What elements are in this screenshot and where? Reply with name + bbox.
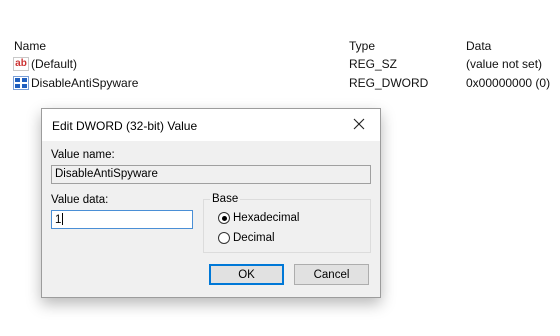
- list-item-type: REG_SZ: [349, 57, 398, 71]
- column-header-name[interactable]: Name: [14, 39, 46, 53]
- list-item-name: ab (Default): [13, 57, 77, 71]
- list-item-type: REG_DWORD: [349, 76, 429, 90]
- list-item-data: 0x00000000 (0): [466, 76, 551, 90]
- list-item-label: (Default): [31, 57, 78, 71]
- value-data-input[interactable]: 1: [51, 210, 193, 229]
- string-value-icon: ab: [13, 57, 29, 71]
- list-item-data: (value not set): [466, 57, 543, 71]
- radio-decimal-button[interactable]: [218, 232, 230, 244]
- radio-decimal-label: Decimal: [233, 232, 275, 244]
- column-header-data[interactable]: Data: [466, 39, 491, 53]
- ok-button[interactable]: OK: [209, 264, 284, 285]
- list-item-label: DisableAntiSpyware: [31, 76, 139, 90]
- base-group-label: Base: [210, 193, 241, 205]
- radio-decimal[interactable]: Decimal: [218, 232, 275, 244]
- cancel-button[interactable]: Cancel: [294, 264, 369, 285]
- value-name-label: Value name:: [51, 149, 115, 161]
- list-item-name: DisableAntiSpyware: [13, 76, 138, 90]
- base-group: [203, 199, 371, 253]
- radio-hexadecimal-button[interactable]: [218, 212, 230, 224]
- radio-hexadecimal[interactable]: Hexadecimal: [218, 212, 299, 224]
- binary-value-icon: [13, 76, 29, 90]
- dialog-title: Edit DWORD (32-bit) Value: [52, 119, 198, 133]
- close-icon: [353, 118, 365, 133]
- value-name-field: DisableAntiSpyware: [51, 165, 371, 184]
- list-item[interactable]: ab (Default) REG_SZ (value not set): [0, 57, 560, 74]
- value-data-label: Value data:: [51, 194, 109, 206]
- edit-dword-dialog: Edit DWORD (32-bit) Value Value name: Di…: [41, 108, 381, 298]
- list-item[interactable]: DisableAntiSpyware REG_DWORD 0x00000000 …: [0, 76, 560, 93]
- value-list-header: Name Type Data: [0, 39, 560, 53]
- value-data-text: 1: [55, 214, 62, 226]
- radio-hexadecimal-label: Hexadecimal: [233, 212, 300, 224]
- column-header-type[interactable]: Type: [349, 39, 375, 53]
- close-button[interactable]: [346, 114, 372, 136]
- text-caret: [62, 213, 64, 225]
- dialog-titlebar[interactable]: Edit DWORD (32-bit) Value: [42, 109, 380, 141]
